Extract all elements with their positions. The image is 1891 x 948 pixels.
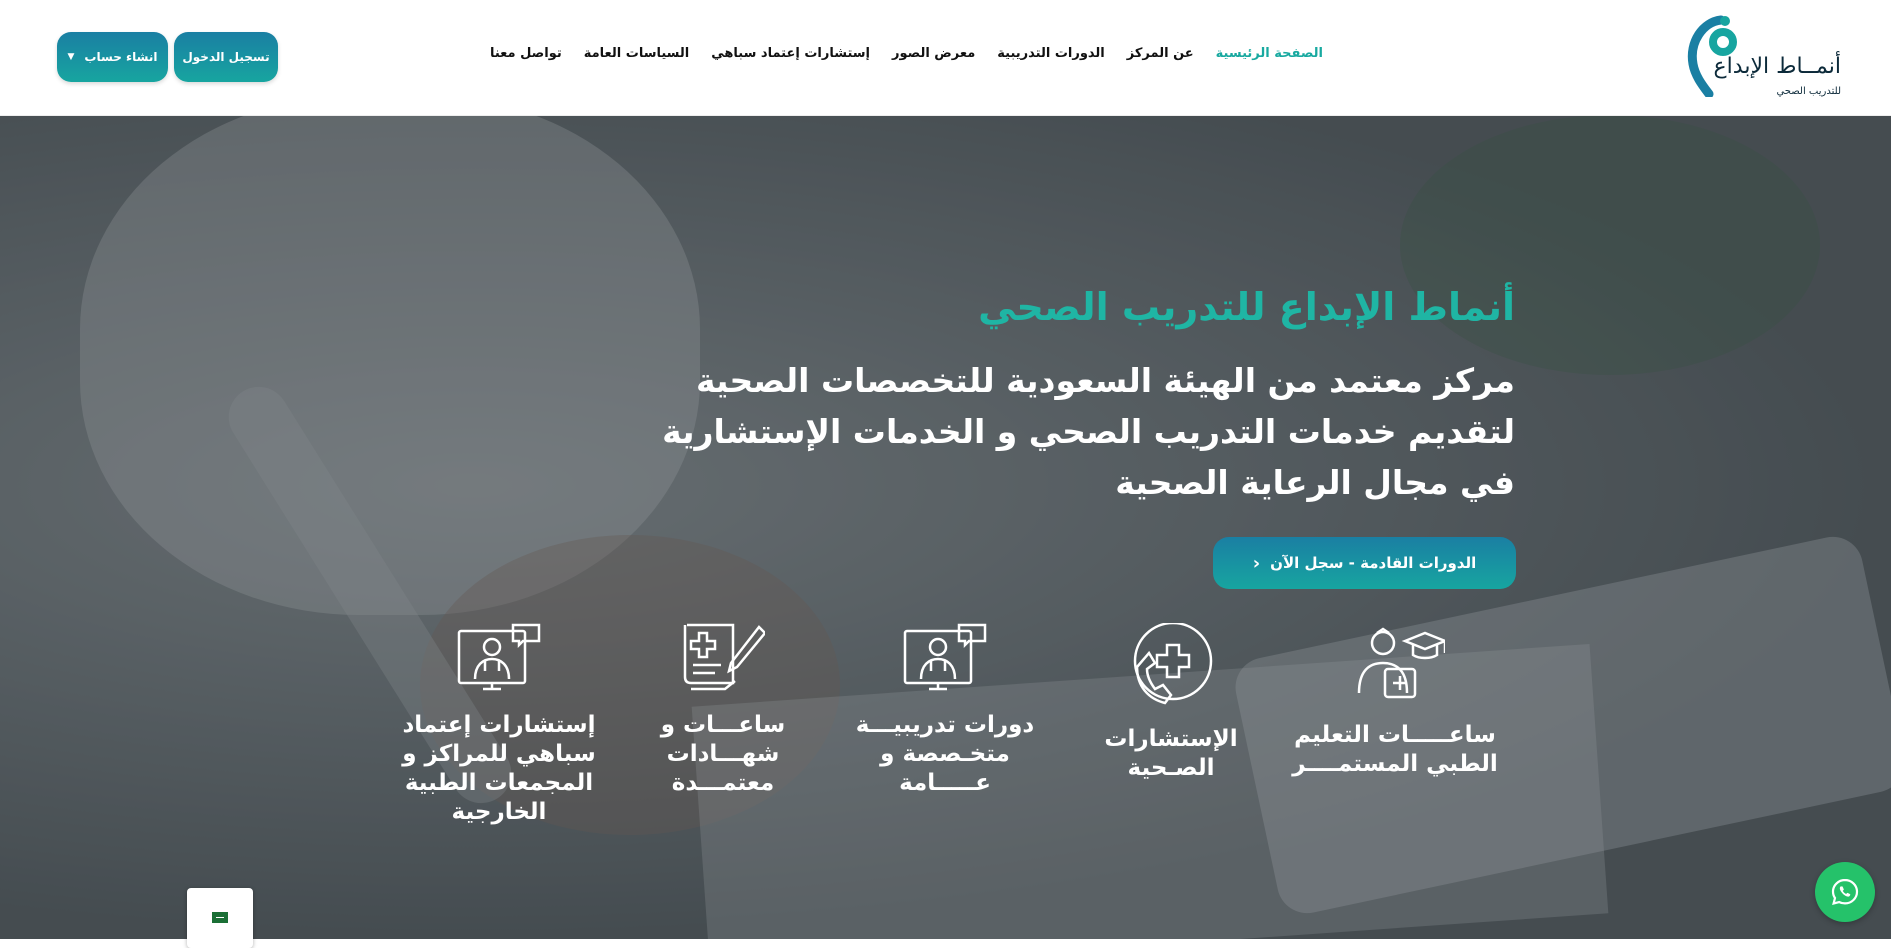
feature-label: الإستشارات الصـحية [1104, 726, 1238, 781]
signup-button[interactable]: انشاء حساب ▼ [57, 32, 168, 82]
feature-label: دورات تدريبيـــة متخـصصة و عـــــامة [855, 712, 1035, 796]
hero-section: أنماط الإبداع للتدريب الصحي مركز معتمد م… [0, 115, 1891, 939]
login-button[interactable]: تسجيل الدخول [174, 32, 278, 82]
feature-label: ساعـــــات التعليم الطبي المستمــــر [1292, 722, 1498, 777]
nav-home[interactable]: الصفحة الرئيسية [1216, 46, 1323, 61]
nav-cbahi-consulting[interactable]: إستشارات إعتماد سباهي [711, 46, 870, 61]
site-logo[interactable]: أنمــاط الإبداع للتدريب الصحي [1687, 12, 1841, 102]
nav-about[interactable]: عن المركز [1127, 46, 1194, 61]
feature-training-courses: دورات تدريبيـــة متخـصصة و عـــــامة [840, 623, 1050, 798]
nav-policies[interactable]: السياسات العامة [584, 46, 690, 61]
chevron-left-icon: ‹ [1252, 552, 1261, 574]
logo-name: أنمــاط الإبداع [1713, 54, 1841, 79]
nav-gallery[interactable]: معرض الصور [892, 46, 975, 61]
language-switcher[interactable] [187, 888, 253, 948]
whatsapp-icon [1831, 878, 1859, 906]
saudi-flag-icon [212, 912, 228, 923]
feature-cbahi-consulting: إستشارات إعتماد سباهي للمراكز و المجمعات… [394, 623, 604, 827]
feature-label: ساعـــات و شهـــادات معتمـــدة [660, 712, 786, 796]
upcoming-courses-button[interactable]: الدورات القادمة - سجل الآن ‹ [1213, 537, 1516, 589]
graduate-doctor-icon [1357, 627, 1445, 699]
login-button-label: تسجيل الدخول [182, 50, 270, 64]
cta-label: الدورات القادمة - سجل الآن [1270, 554, 1477, 572]
signup-button-label: انشاء حساب [84, 50, 158, 64]
main-nav: الصفحة الرئيسية عن المركز الدورات التدري… [490, 46, 1323, 61]
nav-contact[interactable]: تواصل معنا [490, 46, 562, 61]
medical-phone-icon [1133, 623, 1213, 705]
online-consult-icon [457, 623, 541, 691]
hero-title: أنماط الإبداع للتدريب الصحي [978, 285, 1515, 329]
logo-tagline: للتدريب الصحي [1776, 86, 1841, 97]
nav-courses[interactable]: الدورات التدريبية [997, 46, 1104, 61]
site-header: أنمــاط الإبداع للتدريب الصحي الصفحة الر… [0, 0, 1891, 116]
chevron-down-icon: ▼ [67, 52, 75, 62]
whatsapp-button[interactable] [1815, 862, 1875, 922]
online-doctor-icon [903, 623, 987, 691]
certificate-icon [683, 623, 765, 691]
hero-subtitle: مركز معتمد من الهيئة السعودية للتخصصات ا… [662, 361, 1515, 502]
feature-cme-hours: ساعـــــات التعليم الطبي المستمــــر [1290, 623, 1500, 779]
features-row: ساعـــــات التعليم الطبي المستمــــر الإ… [0, 623, 1891, 863]
feature-health-consulting: الإستشارات الصـحية [1066, 623, 1276, 783]
feature-accredited-certificates: ساعـــات و شهـــادات معتمـــدة [618, 623, 828, 798]
feature-label: إستشارات إعتماد سباهي للمراكز و المجمعات… [402, 712, 596, 825]
